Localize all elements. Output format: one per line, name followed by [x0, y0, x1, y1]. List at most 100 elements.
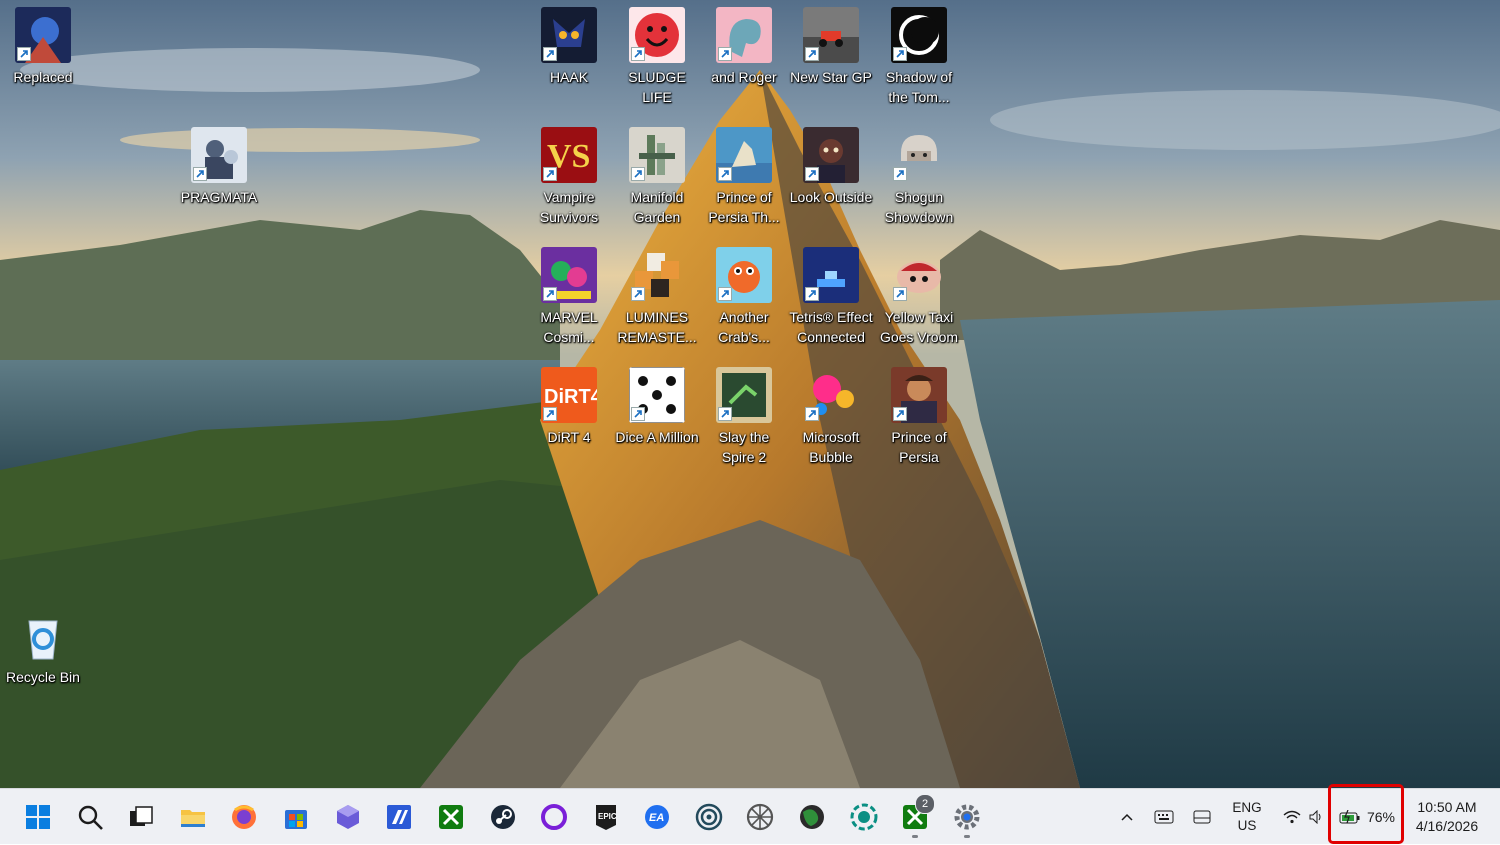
search-button[interactable]: [69, 796, 111, 838]
desktop-shortcut[interactable]: Another Crab's...: [702, 247, 786, 347]
desktop-shortcut[interactable]: Yellow Taxi Goes Vroom: [877, 247, 961, 347]
desktop-shortcut[interactable]: Tetris® Effect Connected: [789, 247, 873, 347]
desktop-shortcut[interactable]: Manifold Garden: [615, 127, 699, 227]
tetris-effect-icon: [803, 247, 859, 303]
desktop-shortcut[interactable]: Replaced: [1, 7, 85, 88]
desktop-shortcut[interactable]: Shogun Showdown: [877, 127, 961, 227]
clock-date: 4/16/2026: [1415, 818, 1479, 834]
vampire-survivors-icon: VS: [541, 127, 597, 183]
sludge-life-icon: [629, 7, 685, 63]
clock-button[interactable]: 10:50 AM 4/16/2026: [1408, 789, 1486, 845]
desktop-shortcut[interactable]: Microsoft Bubble: [789, 367, 873, 467]
manifold-garden-icon: [629, 127, 685, 183]
app-blue-square-button[interactable]: [378, 796, 420, 838]
new-star-gp-icon: [803, 7, 859, 63]
task-view-button[interactable]: [120, 796, 162, 838]
keyboard-layout: US: [1237, 818, 1257, 833]
shadow-of-the-tomb-raider-icon: [891, 7, 947, 63]
show-hidden-icons-button[interactable]: [1114, 789, 1140, 845]
network-button[interactable]: [1280, 789, 1304, 845]
volume-button[interactable]: [1305, 789, 1327, 845]
shortcut-arrow-icon: [893, 167, 907, 181]
battery-button[interactable]: 76%: [1334, 789, 1400, 845]
start-button[interactable]: [17, 796, 59, 838]
settings-button[interactable]: [946, 796, 988, 838]
wheel-icon: [746, 803, 774, 831]
desktop-shortcut[interactable]: DiRT4 DiRT 4: [527, 367, 611, 448]
tablet-mode-button[interactable]: [1188, 789, 1216, 845]
wifi-icon: [1283, 810, 1301, 824]
shortcut-arrow-icon: [631, 47, 645, 61]
touch-keyboard-button[interactable]: [1150, 789, 1178, 845]
shortcut-arrow-icon: [805, 47, 819, 61]
desktop-shortcut-label: Slay the Spire 2: [718, 429, 770, 465]
desktop-shortcut[interactable]: New Star GP: [789, 7, 873, 88]
shortcut-arrow-icon: [805, 407, 819, 421]
prince-of-persia-icon: [891, 367, 947, 423]
prince-of-persia-lost-crown-icon: [716, 127, 772, 183]
xbox-icon: [439, 805, 463, 829]
desktop-shortcut[interactable]: Dice A Million: [615, 367, 699, 448]
app-wheel-button[interactable]: [739, 796, 781, 838]
shortcut-arrow-icon: [805, 167, 819, 181]
desktop-shortcut-label: Microsoft Bubble: [802, 429, 860, 465]
svg-text:EA: EA: [649, 812, 664, 824]
file-explorer-button[interactable]: [172, 796, 214, 838]
desktop-shortcut-label: MARVEL Cosmi...: [540, 309, 598, 345]
desktop-shortcut[interactable]: SLUDGE LIFE: [615, 7, 699, 107]
slay-the-spire-2-icon: [716, 367, 772, 423]
desktop-shortcut[interactable]: Shadow of the Tom...: [877, 7, 961, 107]
desktop-shortcut[interactable]: Slay the Spire 2: [702, 367, 786, 467]
taskbar: EPIC EA 2 ENG US 76% 10:50 AM 4/16/2026: [0, 784, 1500, 845]
yellow-taxi-goes-vroom-icon: [891, 247, 947, 303]
keyboard-icon: [1154, 810, 1174, 824]
speaker-icon: [1309, 810, 1321, 824]
desktop-shortcut[interactable]: Prince of Persia Th...: [702, 127, 786, 227]
desktop-shortcut-label: New Star GP: [790, 69, 872, 85]
replaced-game-icon: [15, 7, 71, 63]
svg-text:DiRT4: DiRT4: [544, 386, 597, 408]
app-globe-button[interactable]: [791, 796, 833, 838]
desktop-shortcut[interactable]: PRAGMATA: [177, 127, 261, 208]
dice-a-million-icon: [629, 367, 685, 423]
shortcut-arrow-icon: [543, 287, 557, 301]
desktop-shortcut-label: Replaced: [13, 69, 73, 85]
desktop-shortcut[interactable]: Recycle Bin: [1, 607, 85, 688]
epic-games-button[interactable]: EPIC: [585, 796, 627, 838]
chevron-up-icon: [1121, 813, 1133, 821]
desktop-shortcut[interactable]: HAAK: [527, 7, 611, 88]
tablet-icon: [1193, 810, 1211, 824]
another-crabs-treasure-icon: [716, 247, 772, 303]
desktop-shortcut[interactable]: Look Outside: [789, 127, 873, 208]
firefox-button[interactable]: [223, 796, 265, 838]
xbox-button[interactable]: [430, 796, 472, 838]
desktop-shortcut-label: Another Crab's...: [718, 309, 770, 345]
app-cube-button[interactable]: [327, 796, 369, 838]
shortcut-arrow-icon: [631, 287, 645, 301]
shortcut-arrow-icon: [718, 407, 732, 421]
desktop-shortcut-label: and Roger: [711, 69, 777, 85]
look-outside-icon: [803, 127, 859, 183]
app-teal-circle-button[interactable]: [843, 796, 885, 838]
shortcut-arrow-icon: [543, 167, 557, 181]
running-indicator: [964, 835, 970, 838]
ea-app-button[interactable]: EA: [636, 796, 678, 838]
microsoft-store-button[interactable]: [275, 796, 317, 838]
desktop-shortcut[interactable]: and Roger: [702, 7, 786, 88]
app-purple-ring-button[interactable]: [533, 796, 575, 838]
blue-square-icon: [387, 805, 411, 829]
xbox-game-bar-button[interactable]: 2: [894, 794, 936, 838]
desktop-shortcut[interactable]: VS Vampire Survivors: [527, 127, 611, 227]
desktop-shortcut-label: Dice A Million: [615, 429, 699, 445]
shortcut-arrow-icon: [631, 407, 645, 421]
steam-button[interactable]: [482, 796, 524, 838]
globe-icon: [800, 805, 824, 829]
language-indicator[interactable]: ENG US: [1226, 789, 1268, 845]
desktop-shortcut[interactable]: MARVEL Cosmi...: [527, 247, 611, 347]
shortcut-arrow-icon: [543, 407, 557, 421]
desktop-shortcut[interactable]: Prince of Persia: [877, 367, 961, 467]
svg-text:EPIC: EPIC: [598, 812, 617, 821]
purple-ring-icon: [541, 804, 567, 830]
app-spiral-button[interactable]: [688, 796, 730, 838]
desktop-shortcut[interactable]: LUMINES REMASTE...: [615, 247, 699, 347]
